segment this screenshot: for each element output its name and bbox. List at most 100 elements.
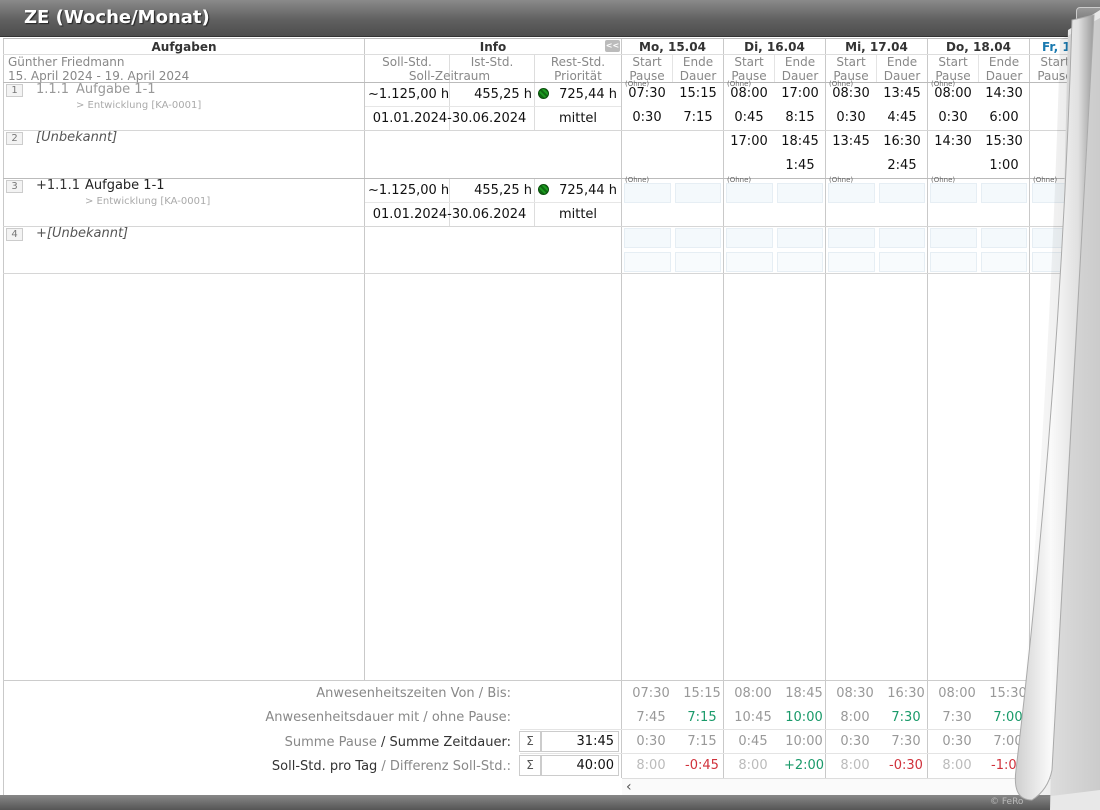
time-cell[interactable]: 08:30: [826, 87, 876, 101]
time-cell[interactable]: 08:00: [724, 87, 774, 101]
dauer-label: Dauer: [883, 69, 921, 83]
empty-time-slot[interactable]: [624, 252, 671, 272]
time-cell[interactable]: 14:30: [979, 87, 1029, 101]
empty-time-slot[interactable]: [1032, 228, 1079, 248]
time-cell[interactable]: 07:30: [622, 87, 672, 101]
summary-cell: 8:00: [942, 758, 972, 773]
empty-time-slot[interactable]: [675, 183, 721, 203]
horizontal-scrollbar[interactable]: ‹: [622, 778, 1100, 795]
empty-time-slot[interactable]: [777, 183, 823, 203]
day-header-fr[interactable]: Fr, 19.0: [1042, 40, 1092, 54]
summary-label-zeitdauer: / Summe Zeitdauer:: [376, 735, 511, 750]
time-cell[interactable]: 17:00: [775, 87, 825, 101]
ende-label: Ende: [784, 55, 816, 69]
ist-value: 455,25 h: [474, 87, 532, 102]
empty-time-slot[interactable]: [981, 252, 1027, 272]
tasks-column-header: Aufgaben: [151, 40, 217, 54]
zeitraum-value: 01.01.2024-30.06.2024: [372, 111, 527, 126]
ende-label: Ende: [886, 55, 918, 69]
empty-time-slot[interactable]: [777, 228, 823, 248]
summary-cell: 8:00: [840, 710, 870, 725]
empty-time-slot[interactable]: [675, 228, 721, 248]
duration-cell: 1:45: [785, 158, 815, 173]
zeitraum-value: 01.01.2024-30.06.2024: [372, 207, 527, 222]
prio-value: mittel: [558, 111, 598, 126]
empty-time-slot[interactable]: [624, 228, 671, 248]
pause-cell[interactable]: 0:30: [928, 111, 978, 125]
empty-time-slot[interactable]: [1032, 252, 1079, 272]
status-dot-icon: [538, 184, 549, 195]
time-cell[interactable]: 18:45: [775, 135, 825, 149]
status-bar: [0, 795, 1100, 810]
empty-time-slot[interactable]: [930, 228, 977, 248]
start-label: Start: [632, 55, 662, 69]
ende-label: Ende: [682, 55, 714, 69]
task-name[interactable]: Aufgabe 1-1: [76, 83, 156, 97]
user-name: Günther Friedmann: [8, 55, 125, 69]
summary-label-soll-differenz: Soll-Std. pro Tag / Differenz Soll-Std.:: [100, 759, 511, 774]
duration-cell: 4:45: [887, 110, 917, 125]
empty-time-slot[interactable]: [726, 228, 773, 248]
prio-header: Priorität: [554, 69, 602, 83]
time-cell[interactable]: 15:15: [673, 87, 723, 101]
task-name[interactable]: Aufgabe 1-1: [85, 179, 165, 193]
task-name[interactable]: [Unbekannt]: [36, 131, 117, 145]
empty-time-slot[interactable]: [726, 252, 773, 272]
collapse-info-button[interactable]: <<: [605, 40, 620, 52]
summary-cell: 08:30: [836, 686, 874, 701]
summary-cell: +2:00: [783, 758, 825, 773]
task-code: 1.1.1: [36, 82, 70, 97]
day-header-di[interactable]: Di, 16.04: [724, 40, 825, 54]
start-label: Start: [836, 55, 866, 69]
empty-time-slot[interactable]: [981, 183, 1027, 203]
summary-cell: 7:30: [891, 734, 921, 749]
time-cell[interactable]: 14:30: [928, 135, 978, 149]
copyright-text: © FeRo: [990, 797, 1024, 807]
empty-time-slot[interactable]: [879, 252, 925, 272]
start-label: Start: [938, 55, 968, 69]
summary-cell: 15:15: [683, 686, 721, 701]
dauer-label: Dauer: [985, 69, 1023, 83]
summary-cell: 18:45: [785, 686, 823, 701]
empty-time-slot[interactable]: [828, 252, 875, 272]
empty-time-slot[interactable]: [1032, 183, 1079, 203]
day-header-mi[interactable]: Mi, 17.04: [826, 40, 927, 54]
time-cell[interactable]: 16:30: [877, 135, 927, 149]
empty-time-slot[interactable]: [879, 183, 925, 203]
task-name[interactable]: +[Unbekannt]: [36, 227, 128, 241]
time-cell[interactable]: 08:00: [928, 87, 978, 101]
day-header-do[interactable]: Do, 18.04: [928, 40, 1029, 54]
row-number: 4: [6, 228, 23, 241]
duration-cell: 8:15: [785, 110, 815, 125]
empty-time-slot[interactable]: [930, 183, 977, 203]
pause-cell[interactable]: 0:45: [724, 111, 774, 125]
rest-value: 725,44 h: [559, 87, 617, 102]
empty-time-slot[interactable]: [981, 228, 1027, 248]
duration-cell: 1:00: [989, 158, 1019, 173]
ist-value: 455,25 h: [474, 183, 532, 198]
empty-time-slot[interactable]: [777, 252, 823, 272]
empty-time-slot[interactable]: [879, 228, 925, 248]
pause-cell[interactable]: 0:30: [622, 111, 672, 125]
empty-time-slot[interactable]: [624, 183, 671, 203]
empty-time-slot[interactable]: [726, 183, 773, 203]
empty-time-slot[interactable]: [675, 252, 721, 272]
row-number: 3: [6, 180, 23, 193]
time-cell[interactable]: 13:45: [877, 87, 927, 101]
pause-cell[interactable]: 0:30: [826, 111, 876, 125]
time-cell[interactable]: 13:45: [826, 135, 876, 149]
time-cell[interactable]: 17:00: [724, 135, 774, 149]
period-range: 15. April 2024 - 19. April 2024: [8, 69, 190, 83]
window-button[interactable]: [1076, 7, 1100, 31]
empty-time-slot[interactable]: [828, 183, 875, 203]
scroll-left-icon[interactable]: ‹: [626, 779, 632, 795]
summary-cell: 10:45: [734, 710, 772, 725]
summary-cell: -0:30: [889, 758, 923, 773]
summary-label-anwesenheitsdauer: Anwesenheitsdauer mit / ohne Pause:: [265, 710, 511, 725]
empty-time-slot[interactable]: [930, 252, 977, 272]
empty-time-slot[interactable]: [828, 228, 875, 248]
time-cell[interactable]: 15:30: [979, 135, 1029, 149]
summary-cell: 0:45: [738, 734, 768, 749]
day-header-mo[interactable]: Mo, 15.04: [622, 40, 723, 54]
summary-cell: 10:00: [785, 710, 823, 725]
